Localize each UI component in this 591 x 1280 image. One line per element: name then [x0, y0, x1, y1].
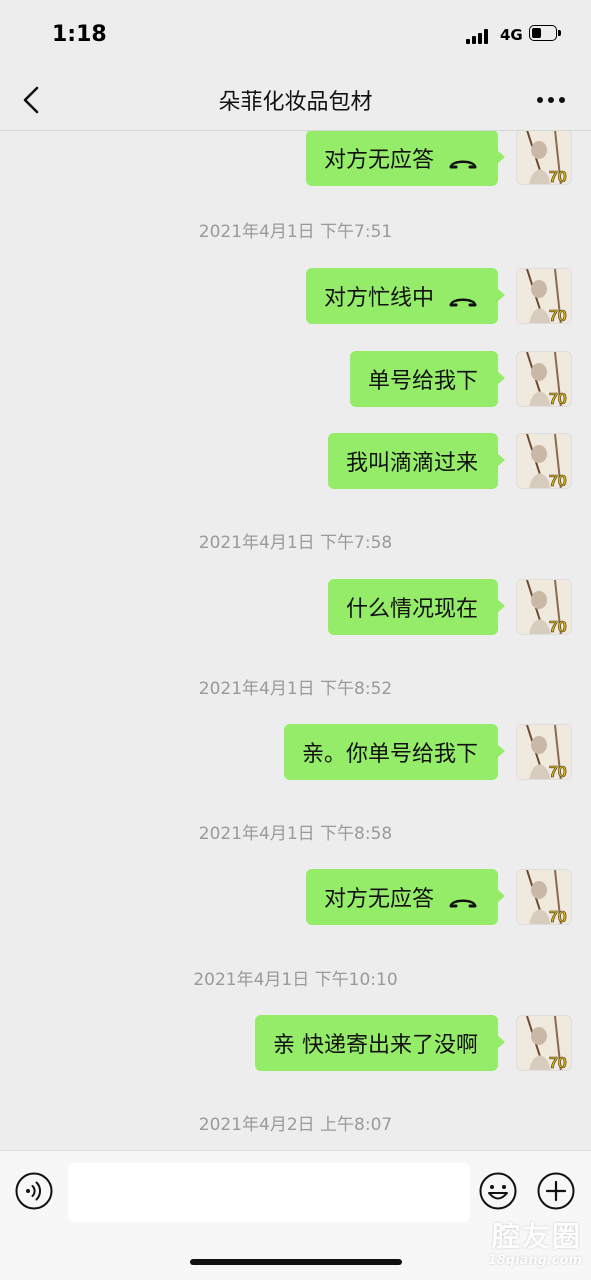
message-bubble[interactable]: 我叫滴滴过来	[327, 433, 506, 489]
svg-text:70: 70	[549, 169, 567, 185]
call-ended-icon	[448, 890, 478, 908]
message-text: 亲 快递寄出来了没啊	[273, 1033, 478, 1058]
avatar[interactable]: 70	[516, 724, 572, 780]
avatar[interactable]: 70	[516, 433, 572, 489]
message-bubble[interactable]: 对方忙线中	[305, 268, 506, 324]
message-text: 对方无应答	[323, 148, 434, 173]
input-bar: 腔友圈 18qiang.com	[0, 1150, 591, 1280]
svg-text:70: 70	[549, 391, 567, 407]
svg-text:70: 70	[549, 473, 567, 489]
svg-text:70: 70	[549, 1055, 567, 1071]
message-bubble[interactable]: 亲 快递寄出来了没啊	[255, 1015, 505, 1071]
avatar[interactable]: 70	[516, 268, 572, 324]
call-ended-icon	[448, 151, 478, 169]
message-input[interactable]	[68, 1163, 470, 1222]
battery-icon	[529, 25, 563, 43]
message-text: 我叫滴滴过来	[345, 451, 478, 476]
watermark-main: 腔友圈	[491, 1220, 582, 1253]
more-icon[interactable]	[532, 86, 572, 114]
message-text: 亲。你单号给我下	[301, 742, 478, 767]
watermark-sub: 18qiang.com	[487, 1253, 582, 1268]
emoji-icon[interactable]	[478, 1171, 518, 1211]
status-time: 1:18	[52, 22, 107, 47]
avatar[interactable]: 70	[516, 1015, 572, 1071]
status-bar: 1:18 4G	[0, 0, 591, 70]
svg-text:70: 70	[549, 909, 567, 925]
svg-text:70: 70	[549, 619, 567, 635]
nav-bar: 朵菲化妆品包材	[0, 70, 591, 131]
message-text: 单号给我下	[367, 369, 478, 394]
svg-text:70: 70	[549, 764, 567, 780]
message-bubble[interactable]: 亲。你单号给我下	[283, 724, 506, 780]
avatar[interactable]: 70	[516, 351, 572, 407]
message-bubble[interactable]: 单号给我下	[349, 351, 506, 407]
message-text: 对方忙线中	[323, 286, 434, 311]
avatar[interactable]: 70	[516, 869, 572, 925]
watermark: 腔友圈 18qiang.com	[452, 1215, 582, 1268]
network-type: 4G	[500, 26, 523, 44]
timestamp: 2021年4月1日 下午7:58	[198, 533, 393, 553]
signal-icon	[466, 28, 494, 44]
message-text: 什么情况现在	[345, 597, 478, 622]
message-text: 对方无应答	[323, 887, 434, 912]
voice-icon[interactable]	[14, 1171, 54, 1211]
avatar[interactable]: 70	[516, 579, 572, 635]
timestamp: 2021年4月1日 下午8:58	[198, 824, 393, 844]
call-ended-icon	[448, 289, 478, 307]
plus-icon[interactable]	[536, 1171, 576, 1211]
svg-text:70: 70	[549, 308, 567, 324]
timestamp: 2021年4月2日 上午8:07	[198, 1115, 393, 1135]
message-bubble[interactable]: 什么情况现在	[327, 579, 506, 635]
avatar[interactable]: 70	[516, 131, 572, 185]
message-list[interactable]: 对方无应答 70 2021年4月1日 下午7:51 对方忙线中 70 单号给我下…	[0, 131, 591, 1150]
timestamp: 2021年4月1日 下午7:51	[198, 222, 393, 242]
chat-title: 朵菲化妆品包材	[218, 90, 373, 115]
timestamp: 2021年4月1日 下午10:10	[193, 970, 398, 990]
message-bubble[interactable]: 对方无应答	[305, 131, 506, 186]
timestamp: 2021年4月1日 下午8:52	[198, 679, 393, 699]
message-bubble[interactable]: 对方无应答	[305, 869, 506, 925]
home-indicator[interactable]	[190, 1259, 402, 1265]
